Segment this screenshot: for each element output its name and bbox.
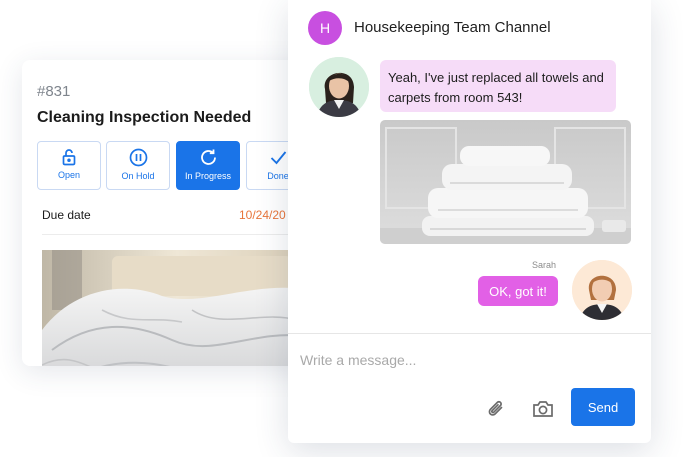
- incoming-message: Yeah, I've just replaced all towels and …: [380, 60, 616, 112]
- channel-title: Housekeeping Team Channel: [354, 19, 551, 36]
- send-button[interactable]: Send: [571, 388, 635, 426]
- due-date-label: Due date: [42, 208, 91, 222]
- camera-icon: [533, 401, 553, 417]
- paperclip-icon: [488, 400, 503, 416]
- status-in-progress-button[interactable]: In Progress: [176, 141, 240, 190]
- status-on-hold-label: On Hold: [121, 171, 155, 181]
- pause-icon: [129, 148, 147, 167]
- avatar: [572, 260, 632, 320]
- task-card: #831 Cleaning Inspection Needed Open On …: [22, 60, 322, 366]
- message-input[interactable]: [300, 346, 630, 374]
- task-id: #831: [37, 83, 71, 100]
- due-date-value: 10/24/20: [239, 208, 286, 222]
- status-done-label: Done: [267, 171, 289, 181]
- status-open-label: Open: [57, 170, 81, 180]
- status-on-hold-button[interactable]: On Hold: [106, 141, 170, 190]
- task-title: Cleaning Inspection Needed: [37, 109, 252, 126]
- composer-divider: [288, 333, 651, 334]
- camera-button[interactable]: [531, 397, 555, 421]
- unlock-icon: [62, 149, 76, 166]
- chat-panel: H Housekeeping Team Channel Yeah, I've j…: [288, 0, 651, 443]
- avatar: [309, 57, 369, 117]
- refresh-icon: [200, 149, 216, 165]
- outgoing-message: OK, got it!: [478, 276, 558, 306]
- bed-photo: [42, 250, 312, 366]
- due-date-row: Due date 10/24/20: [42, 208, 322, 228]
- task-divider: [42, 234, 302, 235]
- status-in-progress-label: In Progress: [184, 171, 232, 181]
- towel-photo: [380, 120, 631, 244]
- check-icon: [270, 151, 286, 165]
- sender-name: Sarah: [532, 260, 557, 270]
- channel-avatar[interactable]: H: [308, 11, 342, 45]
- status-open-button[interactable]: Open: [37, 141, 101, 190]
- attach-button[interactable]: [485, 397, 509, 421]
